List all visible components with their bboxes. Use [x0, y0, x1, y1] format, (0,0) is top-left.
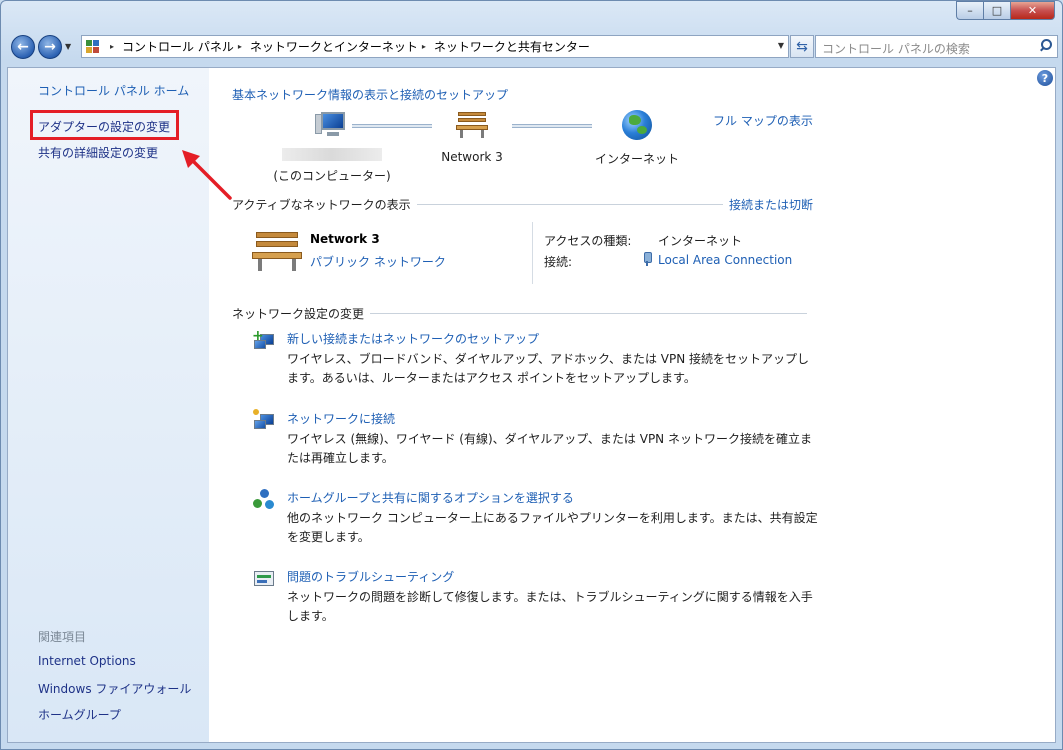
map-node-network[interactable]: Network 3 [432, 110, 512, 164]
computer-icon [315, 110, 349, 140]
troubleshoot-icon [252, 568, 276, 590]
sidebar-item-firewall[interactable]: Windows ファイアウォール [38, 680, 191, 697]
divider [370, 313, 807, 314]
network-map: (このコンピューター) Network 3 インターネット [232, 110, 702, 190]
homegroup-icon [252, 489, 276, 511]
task-description: ネットワークの問題を診断して修復します。または、トラブルシューティングに関する情… [287, 590, 813, 623]
task-connect-network: ネットワークに接続 ワイヤレス (無線)、ワイヤード (有線)、ダイヤルアップ、… [252, 409, 818, 465]
address-bar[interactable]: ▸ コントロール パネル ▸ ネットワークとインターネット ▸ ネットワークと共… [81, 35, 789, 58]
active-network: Network 3 パブリック ネットワーク アクセスの種類: インターネット … [252, 222, 812, 288]
computer-label: (このコンピューター) [273, 169, 391, 183]
full-map-link[interactable]: フル マップの表示 [713, 112, 813, 129]
sidebar-item-internet-options[interactable]: Internet Options [38, 654, 136, 668]
homegroup-sharing-link[interactable]: ホームグループと共有に関するオプションを選択する [287, 489, 574, 506]
divider [416, 204, 723, 205]
task-new-connection: + 新しい接続またはネットワークのセットアップ ワイヤレス、ブロードバンド、ダイ… [252, 328, 818, 385]
breadcrumb-separator-icon[interactable]: ▸ [110, 42, 114, 51]
new-connection-link[interactable]: 新しい接続またはネットワークのセットアップ [287, 330, 539, 347]
sidebar-item-homegroup[interactable]: ホームグループ [38, 706, 121, 723]
network-type-link[interactable]: パブリック ネットワーク [310, 253, 446, 270]
task-homegroup-sharing: ホームグループと共有に関するオプションを選択する 他のネットワーク コンピュータ… [252, 489, 818, 544]
network-name: Network 3 [310, 232, 380, 246]
search-placeholder: コントロール パネルの検索 [822, 42, 970, 56]
search-icon[interactable] [1040, 39, 1052, 51]
internet-label: インターネット [594, 152, 679, 166]
highlight-box [30, 110, 179, 140]
sidebar-item-advanced-sharing[interactable]: 共有の詳細設定の変更 [38, 144, 158, 161]
network-label: Network 3 [441, 150, 503, 164]
access-type-label: アクセスの種類: [544, 234, 632, 248]
map-node-computer[interactable]: (このコンピューター) [272, 110, 392, 184]
task-troubleshoot: 問題のトラブルシューティング ネットワークの問題を診断して修復します。または、ト… [252, 568, 818, 623]
control-panel-icon [86, 39, 100, 54]
history-dropdown-icon[interactable]: ▼ [65, 42, 71, 51]
breadcrumb-network-internet[interactable]: ネットワークとインターネット [250, 38, 418, 55]
breadcrumb: ▸ コントロール パネル ▸ ネットワークとインターネット ▸ ネットワークと共… [106, 38, 590, 55]
change-settings-title: ネットワーク設定の変更 [232, 307, 365, 321]
back-button[interactable]: ← [11, 35, 35, 59]
breadcrumb-sharing-center[interactable]: ネットワークと共有センター [434, 38, 590, 55]
window: – □ ✕ ← → ▼ ▸ コントロール パネル ▸ ネットワークとインターネッ… [0, 0, 1063, 750]
task-description: 他のネットワーク コンピューター上にあるファイルやプリンターを利用します。または… [287, 511, 818, 544]
navigation-bar: ← → ▼ ▸ コントロール パネル ▸ ネットワークとインターネット ▸ ネッ… [9, 33, 1058, 61]
breadcrumb-control-panel[interactable]: コントロール パネル [122, 38, 234, 55]
bench-icon [252, 228, 302, 272]
active-networks-header: アクティブなネットワークの表示 接続または切断 [232, 196, 813, 213]
breadcrumb-separator-icon[interactable]: ▸ [238, 42, 242, 51]
address-dropdown-icon[interactable]: ▼ [778, 41, 784, 50]
computer-name-redacted [282, 148, 382, 161]
local-area-connection-link[interactable]: Local Area Connection [658, 253, 792, 267]
maximize-button[interactable]: □ [983, 1, 1010, 20]
refresh-button[interactable]: ⇆ [790, 35, 814, 58]
task-description: ワイヤレス (無線)、ワイヤード (有線)、ダイヤルアップ、または VPN ネッ… [287, 432, 812, 465]
connect-disconnect-link[interactable]: 接続または切断 [729, 196, 813, 213]
map-connector [512, 124, 592, 128]
map-connector [352, 124, 432, 128]
content-pane: コントロール パネル ホーム アダプターの設定の変更 共有の詳細設定の変更 関連… [7, 67, 1056, 743]
sidebar: コントロール パネル ホーム アダプターの設定の変更 共有の詳細設定の変更 関連… [8, 68, 232, 742]
sidebar-item-control-panel-home[interactable]: コントロール パネル ホーム [38, 82, 189, 99]
close-button[interactable]: ✕ [1010, 1, 1055, 20]
globe-icon [622, 110, 652, 140]
connect-network-icon [252, 409, 276, 432]
task-description: ワイヤレス、ブロードバンド、ダイヤルアップ、アドホック、または VPN 接続をセ… [287, 352, 810, 385]
main-panel: 基本ネットワーク情報の表示と接続のセットアップ フル マップの表示 (このコンピ… [232, 68, 822, 742]
troubleshoot-link[interactable]: 問題のトラブルシューティング [287, 568, 454, 585]
connection-label: 接続: [544, 255, 573, 269]
active-networks-title: アクティブなネットワークの表示 [232, 198, 411, 212]
red-arrow-icon [182, 150, 232, 200]
caption-buttons: – □ ✕ [956, 1, 1055, 20]
change-settings-header: ネットワーク設定の変更 [232, 305, 813, 322]
divider [532, 222, 533, 284]
connect-network-link[interactable]: ネットワークに接続 [287, 410, 395, 427]
forward-button[interactable]: → [38, 35, 62, 59]
bench-icon [456, 110, 488, 138]
new-connection-icon: + [252, 328, 276, 352]
minimize-button[interactable]: – [956, 1, 983, 20]
related-heading: 関連項目 [38, 630, 87, 644]
access-type-value: インターネット [658, 234, 743, 248]
map-node-internet[interactable]: インターネット [582, 110, 692, 167]
help-icon[interactable]: ? [1037, 70, 1053, 86]
page-heading[interactable]: 基本ネットワーク情報の表示と接続のセットアップ [232, 86, 508, 103]
breadcrumb-separator-icon[interactable]: ▸ [422, 42, 426, 51]
search-input[interactable]: コントロール パネルの検索 [815, 35, 1058, 58]
connection-plug-icon [643, 252, 652, 266]
